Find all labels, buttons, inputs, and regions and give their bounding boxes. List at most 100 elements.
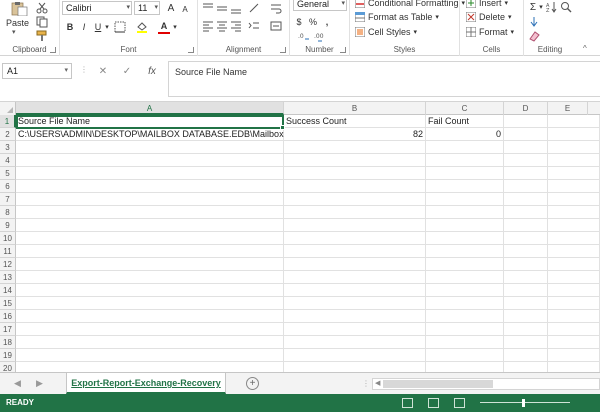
align-right-icon[interactable] (230, 20, 242, 32)
column-header-e[interactable]: E (548, 102, 588, 115)
dialog-launcher-icon[interactable] (280, 47, 286, 53)
cell[interactable] (284, 154, 426, 167)
cell[interactable] (548, 297, 600, 310)
cell[interactable] (548, 206, 600, 219)
cell-a1[interactable]: Source File Name (16, 115, 284, 128)
cell[interactable] (426, 141, 504, 154)
cell[interactable] (16, 284, 284, 297)
column-header-b[interactable]: B (284, 102, 426, 115)
chevron-down-icon[interactable]: ▾ (172, 20, 178, 34)
cell[interactable] (504, 206, 548, 219)
cell[interactable] (16, 349, 284, 362)
cell[interactable] (504, 141, 548, 154)
cell[interactable] (284, 258, 426, 271)
underline-button[interactable]: U (92, 20, 104, 34)
cell[interactable] (504, 245, 548, 258)
row-header[interactable]: 8 (0, 206, 16, 219)
zoom-slider-thumb[interactable] (522, 399, 525, 407)
cell[interactable] (504, 232, 548, 245)
decrease-decimal-icon[interactable]: .00 (314, 30, 326, 42)
column-header-d[interactable]: D (504, 102, 548, 115)
cell[interactable] (504, 323, 548, 336)
cell[interactable] (504, 258, 548, 271)
row-header[interactable]: 6 (0, 180, 16, 193)
conditional-formatting-button[interactable]: Conditional Formatting ▾ (355, 0, 465, 10)
row-header[interactable]: 5 (0, 167, 16, 180)
cell[interactable] (284, 336, 426, 349)
cell-c2[interactable]: 0 (426, 128, 504, 141)
cell[interactable] (16, 336, 284, 349)
autosum-button[interactable]: Σ (528, 1, 538, 13)
cell[interactable] (548, 245, 600, 258)
cell[interactable] (548, 336, 600, 349)
format-painter-icon[interactable] (36, 30, 48, 42)
cell[interactable] (504, 271, 548, 284)
cell[interactable] (548, 219, 600, 232)
cell[interactable] (426, 258, 504, 271)
cell[interactable] (504, 180, 548, 193)
cell-a2[interactable]: C:\USERS\ADMIN\DESKTOP\MAILBOX DATABASE.… (16, 128, 284, 141)
increase-decimal-icon[interactable]: .0 (298, 30, 310, 42)
cell[interactable] (426, 206, 504, 219)
chevron-down-icon[interactable]: ▾ (538, 1, 544, 13)
tab-split-handle-icon[interactable]: ⋮ (362, 379, 370, 388)
cell[interactable] (284, 180, 426, 193)
horizontal-scrollbar[interactable]: ◀ (372, 378, 600, 390)
find-select-icon[interactable] (560, 1, 572, 13)
cell[interactable] (426, 323, 504, 336)
cell[interactable] (16, 245, 284, 258)
delete-cells-button[interactable]: Delete ▾ (466, 10, 512, 24)
cell[interactable] (426, 167, 504, 180)
cell[interactable] (426, 310, 504, 323)
cell[interactable] (284, 310, 426, 323)
row-header[interactable]: 19 (0, 349, 16, 362)
cell[interactable] (284, 362, 426, 372)
chevron-left-icon[interactable]: ◀ (14, 378, 21, 389)
cell[interactable] (16, 141, 284, 154)
cell-b1[interactable]: Success Count (284, 115, 426, 128)
cell[interactable] (504, 362, 548, 372)
row-header[interactable]: 11 (0, 245, 16, 258)
merge-center-icon[interactable] (270, 20, 282, 32)
wrap-text-icon[interactable] (270, 2, 282, 14)
cell[interactable] (426, 219, 504, 232)
cell[interactable] (548, 232, 600, 245)
cell[interactable] (284, 323, 426, 336)
row-header[interactable]: 2 (0, 128, 16, 141)
page-break-view-icon[interactable] (454, 398, 465, 408)
cell[interactable] (284, 245, 426, 258)
sheet-tab-active[interactable]: Export-Report-Exchange-Recovery (66, 373, 226, 394)
fill-handle[interactable] (280, 125, 285, 130)
cell[interactable] (16, 232, 284, 245)
currency-button[interactable]: $ (294, 16, 304, 28)
shrink-font-button[interactable]: A (179, 3, 191, 15)
cell[interactable] (16, 193, 284, 206)
cell-styles-button[interactable]: Cell Styles ▾ (355, 25, 417, 39)
cell[interactable] (16, 167, 284, 180)
cut-icon[interactable] (36, 2, 48, 14)
dialog-launcher-icon[interactable] (188, 47, 194, 53)
dialog-launcher-icon[interactable] (50, 47, 56, 53)
cell[interactable] (548, 362, 600, 372)
resize-handle-icon[interactable]: ⋮ (80, 65, 88, 74)
cell[interactable] (284, 141, 426, 154)
cell[interactable] (504, 310, 548, 323)
name-box[interactable]: A1 ▾ (2, 63, 72, 79)
align-center-icon[interactable] (216, 20, 228, 32)
cell[interactable] (426, 245, 504, 258)
cell[interactable] (426, 271, 504, 284)
copy-icon[interactable] (36, 16, 48, 28)
row-header[interactable]: 14 (0, 284, 16, 297)
orientation-icon[interactable] (248, 2, 260, 14)
cell[interactable] (548, 271, 600, 284)
cell[interactable] (426, 154, 504, 167)
row-header[interactable]: 15 (0, 297, 16, 310)
cell[interactable] (426, 284, 504, 297)
cell[interactable] (284, 206, 426, 219)
cell[interactable] (426, 362, 504, 372)
select-all-button[interactable] (0, 102, 16, 115)
cell[interactable] (504, 154, 548, 167)
cell[interactable] (504, 284, 548, 297)
indent-icon[interactable] (248, 20, 260, 32)
column-header-a[interactable]: A (16, 102, 284, 115)
